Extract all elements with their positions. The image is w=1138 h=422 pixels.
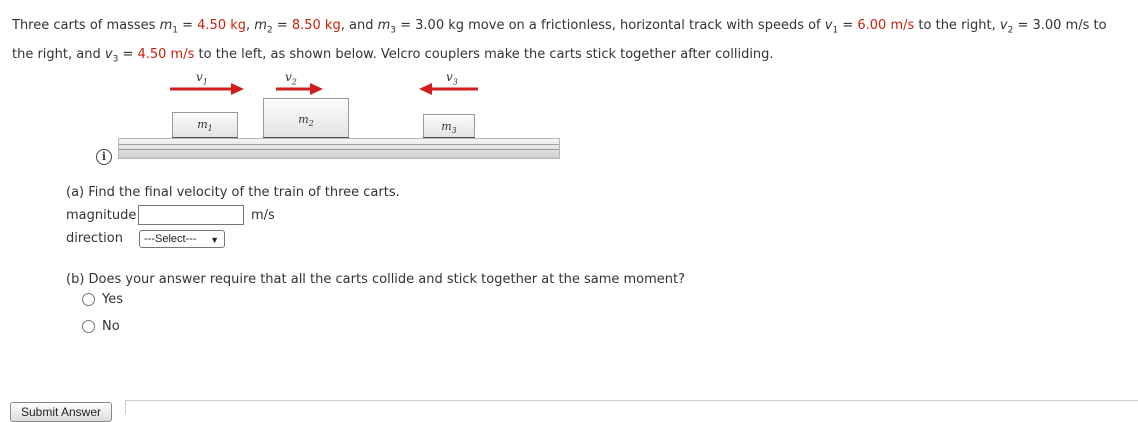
m1-value: 4.50 kg <box>197 18 247 33</box>
m-symbol: m <box>298 113 309 126</box>
v1-arrow-right <box>170 83 244 95</box>
cart-m2: m2 <box>263 98 349 140</box>
problem-text: move on a frictionless, horizontal track… <box>464 18 825 33</box>
radio-no-label[interactable]: No <box>102 319 120 334</box>
v3-value: 4.50 m/s <box>137 46 195 62</box>
magnitude-units: m/s <box>251 208 275 223</box>
cart-m1: m1 <box>172 112 238 140</box>
cart-m1-label: m1 <box>173 118 237 133</box>
equals: = <box>177 18 198 33</box>
m1-label-subscript: 1 <box>207 124 213 134</box>
m-symbol: m <box>197 118 208 131</box>
m2-symbol: m <box>254 18 267 33</box>
equals: = <box>1013 18 1033 33</box>
v3-arrow-left <box>419 83 478 95</box>
m2-label-subscript: 2 <box>308 119 314 129</box>
v2-arrow-right <box>276 83 323 95</box>
equals: = <box>118 46 138 62</box>
part-a-question: (a) Find the final velocity of the train… <box>66 185 400 200</box>
direction-select[interactable]: ---Select--- ▼ <box>139 230 225 248</box>
v2-value: 3.00 m/s <box>1032 18 1090 33</box>
submit-answer-button[interactable]: Submit Answer <box>10 402 112 422</box>
chevron-down-icon: ▼ <box>210 235 219 245</box>
problem-text: to the left, as shown below. Velcro coup… <box>194 46 774 62</box>
radio-yes-label[interactable]: Yes <box>102 292 123 307</box>
radio-yes[interactable] <box>82 293 95 306</box>
cart-m3-label: m3 <box>424 120 474 135</box>
velocity-arrows <box>170 83 478 95</box>
problem-text: Three carts of masses <box>12 18 160 33</box>
equals: = <box>272 18 292 33</box>
separator: , and <box>340 18 378 33</box>
part-b-question: (b) Does your answer require that all th… <box>66 272 685 287</box>
direction-select-value: ---Select--- <box>144 233 197 245</box>
m3-label-subscript: 3 <box>451 126 457 136</box>
m3-value: 3.00 kg <box>415 18 465 33</box>
v3-symbol: v <box>104 46 113 62</box>
problem-statement: Three carts of masses m1 = 4.50 kg, m2 =… <box>12 14 1127 71</box>
magnitude-input[interactable] <box>138 205 244 225</box>
track <box>118 138 560 159</box>
track-line <box>119 149 559 150</box>
m-symbol: m <box>441 120 452 133</box>
v1-value: 6.00 m/s <box>857 18 915 33</box>
cart-m2-label: m2 <box>264 113 348 128</box>
info-icon[interactable]: i <box>96 149 112 165</box>
divider <box>125 400 126 414</box>
divider <box>125 400 1138 401</box>
m2-value: 8.50 kg <box>291 18 341 33</box>
cart-diagram: v1 v2 v3 m1 m2 m3 <box>118 70 560 162</box>
magnitude-label: magnitude <box>66 208 137 223</box>
track-line <box>119 144 559 145</box>
radio-no[interactable] <box>82 320 95 333</box>
m1-symbol: m <box>159 18 173 33</box>
problem-text: to the right, <box>914 18 1000 33</box>
equals: = <box>395 18 416 33</box>
cart-m3: m3 <box>423 114 475 140</box>
m3-symbol: m <box>377 18 391 33</box>
direction-label: direction <box>66 231 123 246</box>
equals: = <box>838 18 858 33</box>
v2-symbol: v <box>999 18 1008 33</box>
